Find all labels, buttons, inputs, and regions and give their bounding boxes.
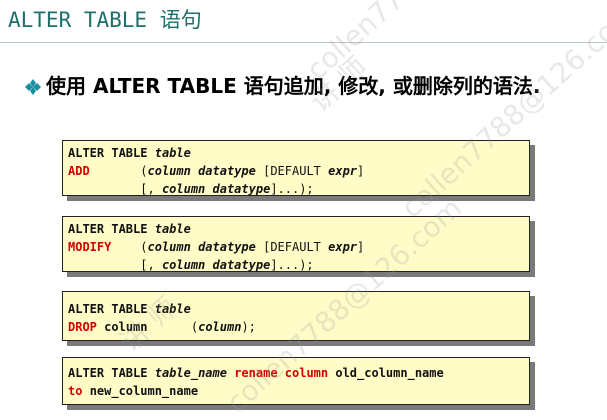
diamond-bullet-icon [25,79,41,95]
keyword-rename-column: rename column [234,366,329,380]
code-arg: expr [328,240,358,254]
code-line: ADD (column datatype [DEFAULT expr] [68,162,524,180]
code-arg: expr [328,164,358,178]
code-arg: column datatype [161,258,271,272]
keyword-alter-table: ALTER TABLE [68,222,148,236]
title-chinese: 语句 [159,8,202,32]
code-line: ALTER TABLE table_name rename column old… [68,364,524,382]
title-english: ALTER TABLE [8,8,148,32]
keyword-modify: MODIFY [68,240,112,254]
code-arg: table [154,146,191,160]
code-text: column [104,320,148,334]
code-box-drop: ALTER TABLE table DROP column (column); [62,291,530,341]
code-text: ( [140,240,148,254]
bullet-point: 使用 ALTER TABLE 语句追加, 修改, 或删除列的语法. [24,72,594,100]
title-divider [0,42,607,43]
code-text: ( [190,320,199,334]
code-box-modify: ALTER TABLE table MODIFY (column datatyp… [62,216,530,272]
bullet-text: 使用 ALTER TABLE 语句追加, 修改, 或删除列的语法. [46,74,541,98]
code-arg: column datatype [147,240,256,254]
code-text: [, [140,182,162,196]
code-box-rename: ALTER TABLE table_name rename column old… [62,357,530,405]
code-line: to new_column_name [68,382,524,400]
code-text: ( [140,164,148,178]
code-line: ALTER TABLE table [68,220,524,238]
code-arg: column [198,320,242,334]
keyword-drop: DROP [68,320,97,334]
code-text: [, [140,258,162,272]
keyword-alter-table: ALTER TABLE [68,146,148,160]
code-text: old_column_name [335,366,444,380]
code-text: new_column_name [89,384,199,398]
page-title: ALTER TABLE 语句 [8,6,202,34]
code-line: DROP column (column); [68,318,524,336]
code-arg: table [154,302,191,316]
code-text: ]...); [270,258,314,272]
keyword-add: ADD [68,164,90,178]
code-line: [, column datatype]...); [68,180,524,198]
keyword-alter-table: ALTER TABLE [68,366,148,380]
code-text: ] [357,164,365,178]
code-arg: column datatype [147,164,256,178]
code-line: MODIFY (column datatype [DEFAULT expr] [68,238,524,256]
keyword-to: to [68,384,83,398]
keyword-alter-table: ALTER TABLE [68,302,148,316]
code-text: ]...); [270,182,314,196]
code-line: ALTER TABLE table [68,300,524,318]
code-arg: table_name [154,366,227,380]
code-box-add: ALTER TABLE table ADD (column datatype [… [62,140,530,196]
code-arg: column datatype [161,182,271,196]
code-text: ); [241,320,256,334]
code-text: ] [357,240,365,254]
code-line: ALTER TABLE table [68,144,524,162]
code-arg: table [154,222,191,236]
code-text: [DEFAULT [255,164,329,178]
code-text: [DEFAULT [255,240,329,254]
code-line: [, column datatype]...); [68,256,524,274]
